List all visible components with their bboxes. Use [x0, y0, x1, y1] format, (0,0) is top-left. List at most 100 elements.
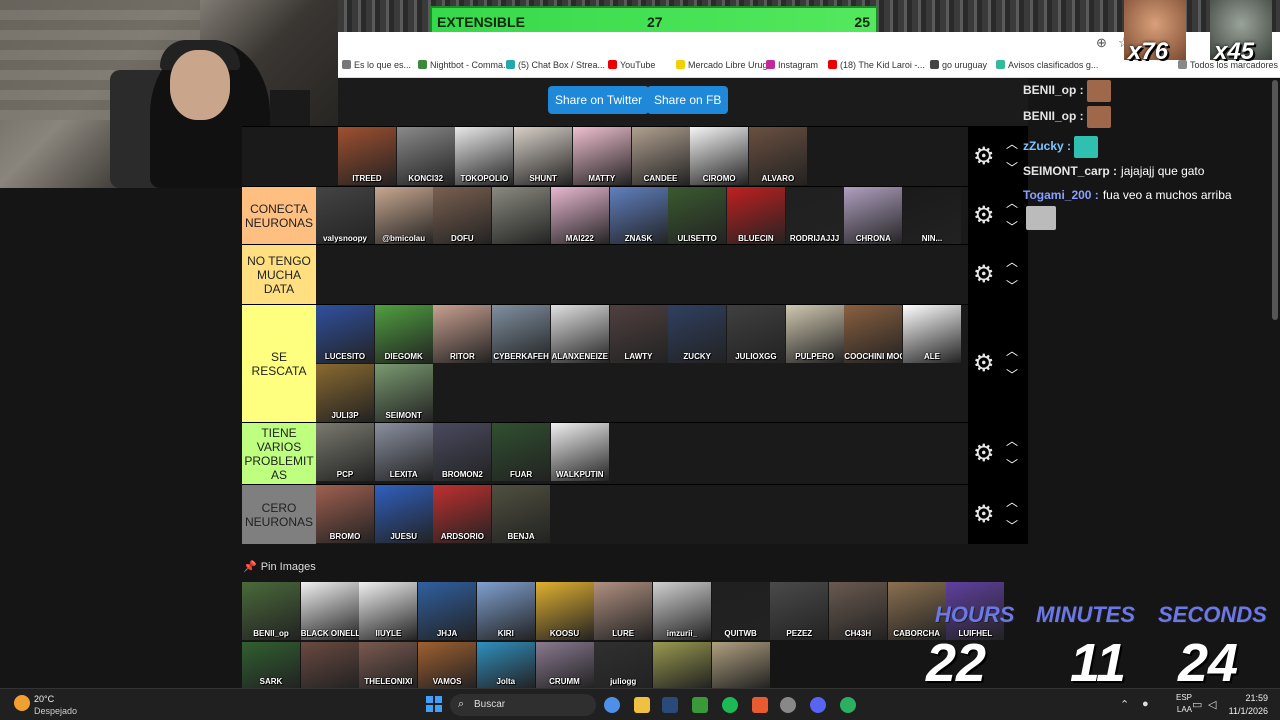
network-icon[interactable]: ▭: [1192, 698, 1202, 711]
tier-item[interactable]: RODRIJAJJJ: [785, 187, 844, 245]
mic-icon[interactable]: ●: [1142, 698, 1149, 710]
tier-item[interactable]: @bmicolau: [374, 187, 433, 245]
bookmark-item[interactable]: Es lo que es...: [342, 60, 411, 70]
tier-item[interactable]: JUESU: [374, 485, 433, 543]
pin-image[interactable]: THELEONIXI: [359, 642, 418, 688]
tier-item[interactable]: LEXITA: [374, 423, 433, 481]
tier-item[interactable]: MAI222: [550, 187, 609, 245]
tier-item[interactable]: ALANXENEIZE: [550, 305, 609, 363]
tier-item[interactable]: ARDSORIO: [433, 485, 492, 543]
bookmark-item[interactable]: Instagram: [766, 60, 818, 70]
brave-icon[interactable]: [752, 697, 768, 713]
tier-item[interactable]: JULIOXGG: [726, 305, 785, 363]
clock-time[interactable]: 21:59: [1245, 693, 1268, 703]
pin-image[interactable]: juliogg: [594, 642, 653, 688]
pin-image[interactable]: VAMOS: [418, 642, 477, 688]
pin-image[interactable]: CRUMM: [535, 642, 594, 688]
tier-item[interactable]: BROMON2: [433, 423, 492, 481]
tier-item[interactable]: PULPERO: [785, 305, 844, 363]
pin-image[interactable]: [652, 642, 711, 688]
pin-image[interactable]: [300, 642, 359, 688]
tier-item[interactable]: BENJA: [492, 485, 551, 543]
gear-icon[interactable]: ⚙: [973, 500, 995, 529]
tier-label[interactable]: [242, 127, 316, 186]
tier-item[interactable]: ZNASK: [609, 187, 668, 245]
bookmark-item[interactable]: (18) The Kid Laroi -...: [828, 60, 925, 70]
move-down-icon[interactable]: ﹀: [1006, 277, 1018, 294]
steam-icon[interactable]: [662, 697, 678, 713]
move-up-icon[interactable]: ︿: [1006, 342, 1018, 359]
pin-image[interactable]: KOOSU: [535, 582, 594, 640]
lang-primary[interactable]: ESP: [1176, 693, 1192, 702]
bookmark-item[interactable]: YouTube: [608, 60, 655, 70]
pin-image[interactable]: LURE: [594, 582, 653, 640]
chat-username[interactable]: BENII_op :: [1023, 109, 1084, 123]
start-button[interactable]: [426, 696, 442, 712]
pin-image[interactable]: CH43H: [829, 582, 887, 640]
tier-item[interactable]: ZUCKY: [668, 305, 727, 363]
move-down-icon[interactable]: ﹀: [1006, 366, 1018, 383]
weather-temp[interactable]: 20°C: [34, 694, 54, 704]
tier-label[interactable]: NO TENGO MUCHA DATA: [242, 245, 316, 304]
bookmark-item[interactable]: Avisos clasificados g...: [996, 60, 1098, 70]
taskbar-search[interactable]: ⌕ Buscar: [450, 694, 596, 716]
tier-item[interactable]: FUAR: [492, 423, 551, 481]
chatgpt-icon[interactable]: [840, 697, 856, 713]
tier-item[interactable]: valysnoopy: [316, 187, 374, 245]
share-fb-button[interactable]: Share on FB: [647, 86, 729, 114]
xbox-icon[interactable]: [692, 697, 708, 713]
tier-item[interactable]: ULISETTO: [668, 187, 727, 245]
tier-item[interactable]: RITOR: [433, 305, 492, 363]
bookmark-item[interactable]: (5) Chat Box / Strea...: [506, 60, 605, 70]
zoom-icon[interactable]: ⊕: [1096, 35, 1107, 51]
tier-item[interactable]: CHRONA: [844, 187, 903, 245]
bookmark-item[interactable]: Mercado Libre Urug...: [676, 60, 775, 70]
chat-username[interactable]: BENII_op :: [1023, 83, 1084, 97]
pin-image[interactable]: [711, 642, 770, 688]
tier-item[interactable]: SHUNT: [514, 127, 573, 185]
pin-image[interactable]: imzurii_: [652, 582, 711, 640]
move-up-icon[interactable]: ︿: [1006, 135, 1018, 152]
move-down-icon[interactable]: ﹀: [1006, 159, 1018, 176]
chat-username[interactable]: zZucky :: [1023, 139, 1071, 153]
app-icon[interactable]: [780, 697, 796, 713]
gear-icon[interactable]: ⚙: [973, 349, 995, 378]
pin-image[interactable]: SARK: [242, 642, 300, 688]
pin-image[interactable]: JHJA: [418, 582, 477, 640]
tier-item[interactable]: BROMO: [316, 485, 374, 543]
tier-label[interactable]: TIENE VARIOS PROBLEMIT AS: [242, 423, 316, 484]
folder-icon[interactable]: [634, 697, 650, 713]
tier-item[interactable]: COOCHINI MOCHINICRY: [844, 305, 903, 363]
tier-item[interactable]: LUCESITO: [316, 305, 374, 363]
tier-item[interactable]: CYBERKAFEH: [492, 305, 551, 363]
tier-item[interactable]: ALE: [903, 305, 961, 363]
tier-item[interactable]: CIROMO: [690, 127, 749, 185]
tier-item[interactable]: DOFU: [433, 187, 492, 245]
volume-icon[interactable]: ◁: [1208, 698, 1216, 711]
tier-item[interactable]: ITREED: [338, 127, 396, 185]
tier-item[interactable]: MATTY: [572, 127, 631, 185]
move-up-icon[interactable]: ︿: [1006, 493, 1018, 510]
move-down-icon[interactable]: ﹀: [1006, 517, 1018, 534]
tier-item[interactable]: WALKPUTIN: [550, 423, 609, 481]
tier-label[interactable]: CONECTA NEURONAS: [242, 187, 316, 244]
move-up-icon[interactable]: ︿: [1006, 194, 1018, 211]
pin-image[interactable]: BLACK OINELLA: [300, 582, 359, 640]
move-down-icon[interactable]: ﹀: [1006, 456, 1018, 473]
spotify-icon[interactable]: [722, 697, 738, 713]
lang-secondary[interactable]: LAA: [1177, 705, 1192, 714]
pin-image[interactable]: KIRI: [476, 582, 535, 640]
tier-item[interactable]: PCP: [316, 423, 374, 481]
tier-label[interactable]: CERO NEURONAS: [242, 485, 316, 544]
scrollbar[interactable]: [1272, 80, 1278, 320]
chat-username[interactable]: Togami_200 :: [1023, 188, 1099, 202]
tier-item[interactable]: CANDEE: [631, 127, 690, 185]
move-down-icon[interactable]: ﹀: [1006, 218, 1018, 235]
tier-item[interactable]: ALVARO: [748, 127, 807, 185]
tier-item[interactable]: KONCI32: [396, 127, 455, 185]
gear-icon[interactable]: ⚙: [973, 142, 995, 171]
share-twitter-button[interactable]: Share on Twitter: [548, 86, 650, 114]
discord-icon[interactable]: [810, 697, 826, 713]
chrome-icon[interactable]: [604, 697, 620, 713]
weather-desc[interactable]: Despejado: [34, 706, 77, 716]
